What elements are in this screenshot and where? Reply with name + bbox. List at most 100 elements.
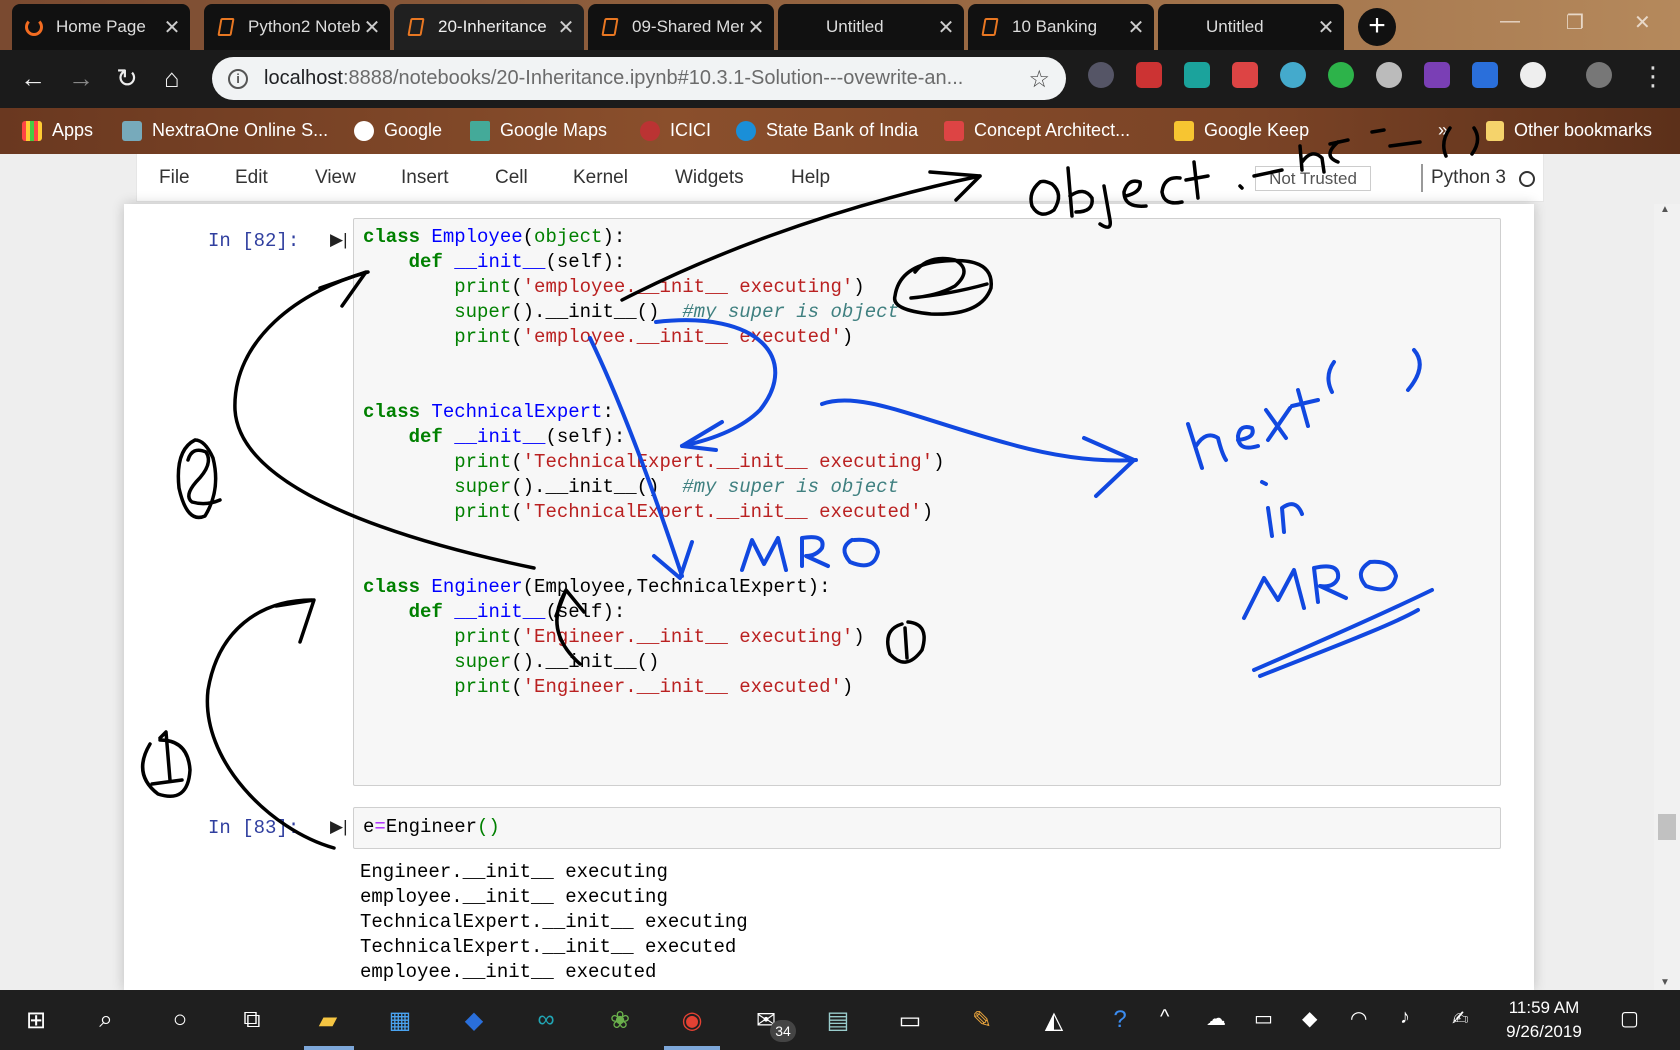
code-line: def __init__(self): xyxy=(408,251,626,273)
restore-icon[interactable]: ❐ xyxy=(1566,10,1584,35)
menu-edit[interactable]: Edit xyxy=(235,167,268,189)
bookmark-nextraone[interactable]: NextraOne Online S... xyxy=(122,120,328,141)
react-icon[interactable] xyxy=(1280,62,1306,88)
close-tab-icon[interactable]: ✕ xyxy=(1124,15,1148,40)
bookmark-icici[interactable]: ICICI xyxy=(640,120,711,141)
extension-icon[interactable] xyxy=(1520,62,1546,88)
scroll-up-icon[interactable]: ▲ xyxy=(1660,204,1670,215)
bookmark-label: Concept Architect... xyxy=(974,120,1131,140)
tab-title: Home Page xyxy=(56,17,146,36)
pen-icon[interactable]: ✍ xyxy=(1452,1006,1469,1031)
volume-icon[interactable]: ♪ xyxy=(1400,1006,1410,1029)
notepad-icon[interactable]: ▤ xyxy=(818,1000,858,1040)
dropbox-icon[interactable] xyxy=(1472,62,1498,88)
tab-10-banking[interactable]: 10 Banking ✕ xyxy=(968,4,1154,50)
photos-icon[interactable]: ◭ xyxy=(1034,1000,1074,1040)
close-tab-icon[interactable]: ✕ xyxy=(360,15,384,40)
close-tab-icon[interactable]: ✕ xyxy=(934,15,958,40)
bookmark-other[interactable]: Other bookmarks xyxy=(1486,120,1652,141)
close-window-icon[interactable]: ✕ xyxy=(1634,10,1651,35)
site-info-icon[interactable]: i xyxy=(228,68,248,89)
chrome-menu-icon[interactable]: ⋮ xyxy=(1640,62,1666,90)
file-explorer-icon[interactable]: ▰ xyxy=(308,1000,348,1040)
book-icon xyxy=(600,17,620,37)
search-icon[interactable]: ⌕ xyxy=(86,1000,126,1040)
tab-untitled-2[interactable]: Untitled ✕ xyxy=(1158,4,1344,50)
back-icon[interactable]: ← xyxy=(20,64,46,92)
onedrive-icon[interactable]: ☁ xyxy=(1206,1006,1226,1031)
bookmark-sbi[interactable]: State Bank of India xyxy=(736,120,918,141)
cortana-icon[interactable]: ○ xyxy=(160,1000,200,1040)
icici-icon xyxy=(640,120,660,141)
bookmark-google-maps[interactable]: Google Maps xyxy=(470,120,607,141)
extension-icon[interactable] xyxy=(1184,62,1210,88)
menu-cell[interactable]: Cell xyxy=(495,167,528,189)
code-line: print('employee.__init__ executed') xyxy=(454,326,854,348)
tab-20-inheritance[interactable]: 20-Inheritance ✕ xyxy=(394,4,584,50)
extension-icon[interactable] xyxy=(1376,62,1402,88)
bookmark-star-icon[interactable]: ☆ xyxy=(1028,65,1050,94)
store-icon[interactable]: ▦ xyxy=(380,1000,420,1040)
help-icon[interactable]: ? xyxy=(1100,1000,1140,1040)
tab-python2-notebook[interactable]: Python2 Notebook ✕ xyxy=(204,4,390,50)
folder-icon xyxy=(1486,120,1504,141)
menu-file[interactable]: File xyxy=(159,167,190,189)
scroll-down-icon[interactable]: ▼ xyxy=(1660,977,1670,988)
trust-status-button[interactable]: Not Trusted xyxy=(1255,166,1371,191)
run-cell-icon[interactable]: ▶| xyxy=(330,817,348,837)
jupyter-menubar: File Edit View Insert Cell Kernel Widget… xyxy=(136,154,1544,202)
task-view-icon[interactable]: ⧉ xyxy=(232,1000,272,1040)
code-line: print('Engineer.__init__ executing') xyxy=(454,626,865,648)
extension-icon[interactable] xyxy=(1136,62,1162,88)
menu-insert[interactable]: Insert xyxy=(401,167,449,189)
extension-icon[interactable] xyxy=(1088,62,1114,88)
reload-icon[interactable]: ↻ xyxy=(116,64,138,92)
arduino-icon[interactable]: ∞ xyxy=(526,1000,566,1040)
onenote-icon[interactable] xyxy=(1424,62,1450,88)
bookmark-google[interactable]: Google xyxy=(354,120,442,141)
profile-avatar[interactable] xyxy=(1586,62,1612,88)
menu-kernel[interactable]: Kernel xyxy=(573,167,628,189)
dropbox-icon[interactable]: ◆ xyxy=(454,1000,494,1040)
menu-widgets[interactable]: Widgets xyxy=(675,167,744,189)
menu-help[interactable]: Help xyxy=(791,167,830,189)
system-clock[interactable]: 11:59 AM 9/26/2019 xyxy=(1496,996,1592,1044)
book-icon xyxy=(980,17,1000,37)
spring-icon[interactable]: ❀ xyxy=(600,1000,640,1040)
tab-09-shared[interactable]: 09-Shared Memory ✕ xyxy=(588,4,774,50)
gmail-icon[interactable] xyxy=(1232,62,1258,88)
wifi-icon[interactable]: ◠ xyxy=(1350,1006,1367,1031)
forward-icon[interactable]: → xyxy=(68,64,94,92)
home-icon[interactable]: ⌂ xyxy=(164,64,180,92)
close-tab-icon[interactable]: ✕ xyxy=(160,15,184,40)
code-cell-input[interactable]: e=Engineer() xyxy=(353,807,1501,849)
bookmark-label: State Bank of India xyxy=(766,120,919,140)
scroll-thumb[interactable] xyxy=(1658,814,1676,840)
run-cell-icon[interactable]: ▶| xyxy=(330,230,348,250)
chrome-icon[interactable]: ◉ xyxy=(672,1000,712,1040)
battery-icon[interactable]: ▭ xyxy=(1254,1006,1273,1031)
minimize-icon[interactable]: — xyxy=(1500,10,1520,33)
bookmark-concept[interactable]: Concept Architect... xyxy=(944,120,1130,141)
more-bookmarks-button[interactable]: » xyxy=(1438,120,1448,141)
tray-overflow-icon[interactable]: ^ xyxy=(1160,1006,1169,1029)
paint-icon[interactable]: ✎ xyxy=(962,1000,1002,1040)
tab-home-page[interactable]: Home Page ✕ xyxy=(12,4,190,50)
close-tab-icon[interactable]: ✕ xyxy=(554,15,578,40)
dropbox-tray-icon[interactable]: ◆ xyxy=(1302,1006,1317,1031)
close-tab-icon[interactable]: ✕ xyxy=(744,15,768,40)
book-icon xyxy=(216,17,236,37)
notifications-icon[interactable]: ▢ xyxy=(1620,1006,1639,1031)
close-tab-icon[interactable]: ✕ xyxy=(1314,15,1338,40)
terminal-icon[interactable]: ▭ xyxy=(890,1000,930,1040)
tab-untitled[interactable]: Untitled ✕ xyxy=(778,4,964,50)
menu-view[interactable]: View xyxy=(315,167,356,189)
start-icon[interactable]: ⊞ xyxy=(16,1000,56,1040)
bookmark-google-keep[interactable]: Google Keep xyxy=(1174,120,1309,141)
bookmark-apps[interactable]: Apps xyxy=(22,120,93,141)
page-scrollbar[interactable]: ▲ ▼ xyxy=(1654,204,1680,990)
code-cell-input[interactable]: class Employee(object): def __init__(sel… xyxy=(353,218,1501,786)
address-bar[interactable]: i localhost:8888/notebooks/20-Inheritanc… xyxy=(212,57,1066,100)
evernote-icon[interactable] xyxy=(1328,62,1354,88)
new-tab-button[interactable]: + xyxy=(1358,8,1396,46)
